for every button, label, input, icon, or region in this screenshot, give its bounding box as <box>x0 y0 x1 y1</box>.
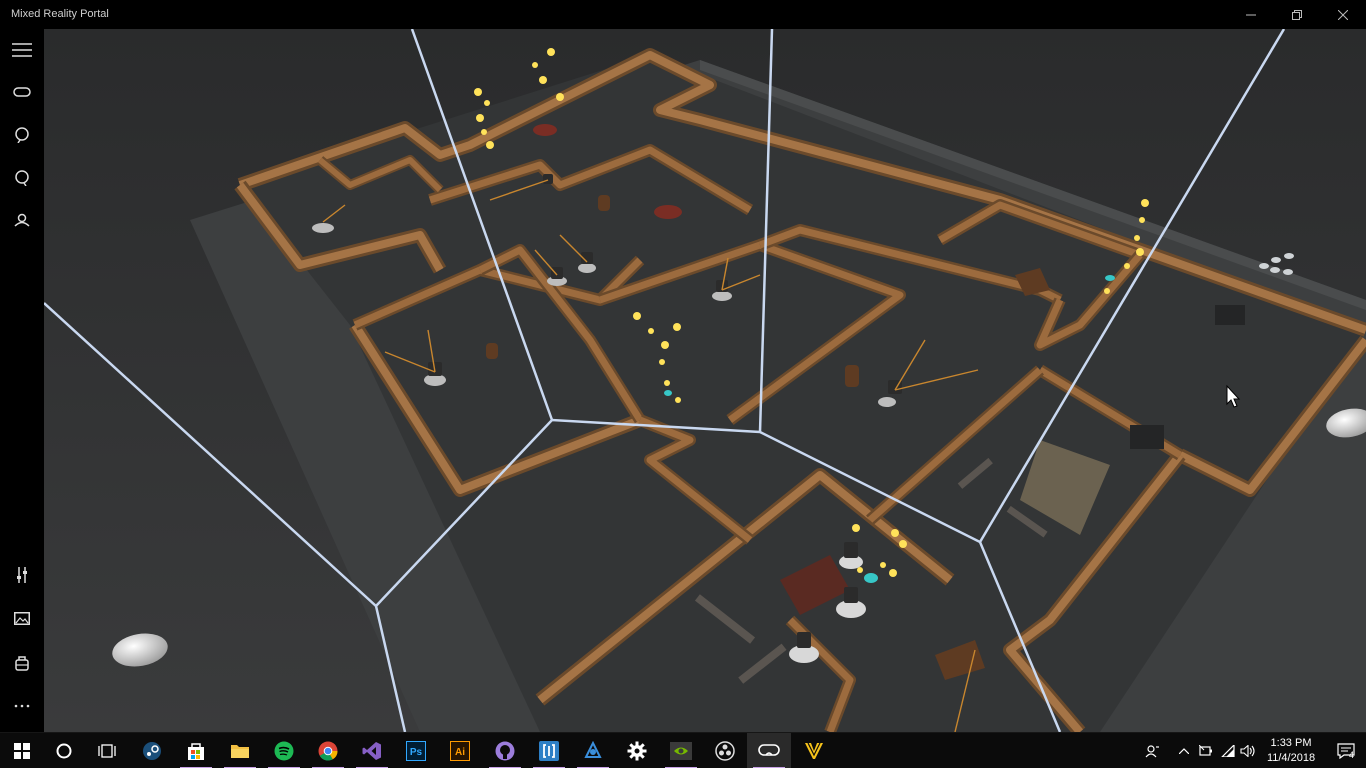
action-center-button[interactable]: 4 <box>1326 733 1366 768</box>
close-icon[interactable] <box>1320 0 1366 29</box>
nvidia-icon[interactable] <box>659 733 703 768</box>
headset-icon[interactable] <box>0 74 44 110</box>
clock-date: 11/4/2018 <box>1266 752 1316 764</box>
spotify-icon[interactable] <box>262 733 306 768</box>
restore-icon[interactable] <box>1274 0 1320 29</box>
headset-app-icon[interactable] <box>747 733 791 768</box>
github-icon[interactable] <box>483 733 527 768</box>
wifi-icon[interactable] <box>1217 733 1239 768</box>
windows-icon[interactable] <box>0 733 44 768</box>
gear-icon[interactable] <box>615 733 659 768</box>
controller-alt-icon[interactable] <box>0 160 44 196</box>
clock-time: 1:33 PM <box>1270 737 1312 749</box>
chevron-up-icon[interactable] <box>1173 733 1195 768</box>
equalizer-icon[interactable] <box>0 557 44 593</box>
photoshop-icon[interactable]: Ps <box>394 733 438 768</box>
cortana-icon[interactable] <box>42 733 86 768</box>
window-title: Mixed Reality Portal <box>11 8 109 20</box>
volume-icon[interactable] <box>1237 733 1259 768</box>
notification-count: 4 <box>1349 750 1355 760</box>
illustrator-icon[interactable]: Ai <box>438 733 482 768</box>
battery-icon[interactable] <box>1195 733 1217 768</box>
hamburger-menu-icon[interactable] <box>0 32 44 68</box>
window-controls <box>1228 0 1366 29</box>
steam-icon[interactable] <box>130 733 174 768</box>
task-view-icon[interactable] <box>85 733 129 768</box>
v-app-icon[interactable] <box>792 733 836 768</box>
folder-icon[interactable] <box>218 733 262 768</box>
title-bar: Mixed Reality Portal <box>0 0 1366 29</box>
blue-app-icon[interactable] <box>571 733 615 768</box>
store-icon[interactable] <box>174 733 218 768</box>
obs-icon[interactable] <box>703 733 747 768</box>
bracket-app-icon[interactable] <box>527 733 571 768</box>
house-scene <box>44 29 1366 732</box>
left-nav <box>0 29 44 732</box>
taskbar: Ps Ai 1:33 PM 11/4/2018 4 <box>0 732 1366 768</box>
image-icon[interactable] <box>0 600 44 636</box>
backpack-icon[interactable] <box>0 645 44 681</box>
visual-studio-icon[interactable] <box>350 733 394 768</box>
taskbar-clock[interactable]: 1:33 PM 11/4/2018 <box>1258 736 1324 766</box>
controller-icon[interactable] <box>0 117 44 153</box>
minimize-icon[interactable] <box>1228 0 1274 29</box>
mixed-reality-viewport[interactable] <box>44 29 1366 732</box>
chrome-icon[interactable] <box>306 733 350 768</box>
photoshop-label: Ps <box>410 747 423 758</box>
more-icon[interactable] <box>0 688 44 724</box>
people-icon[interactable] <box>0 202 44 238</box>
illustrator-label: Ai <box>455 747 465 758</box>
people-icon[interactable] <box>1141 733 1163 768</box>
